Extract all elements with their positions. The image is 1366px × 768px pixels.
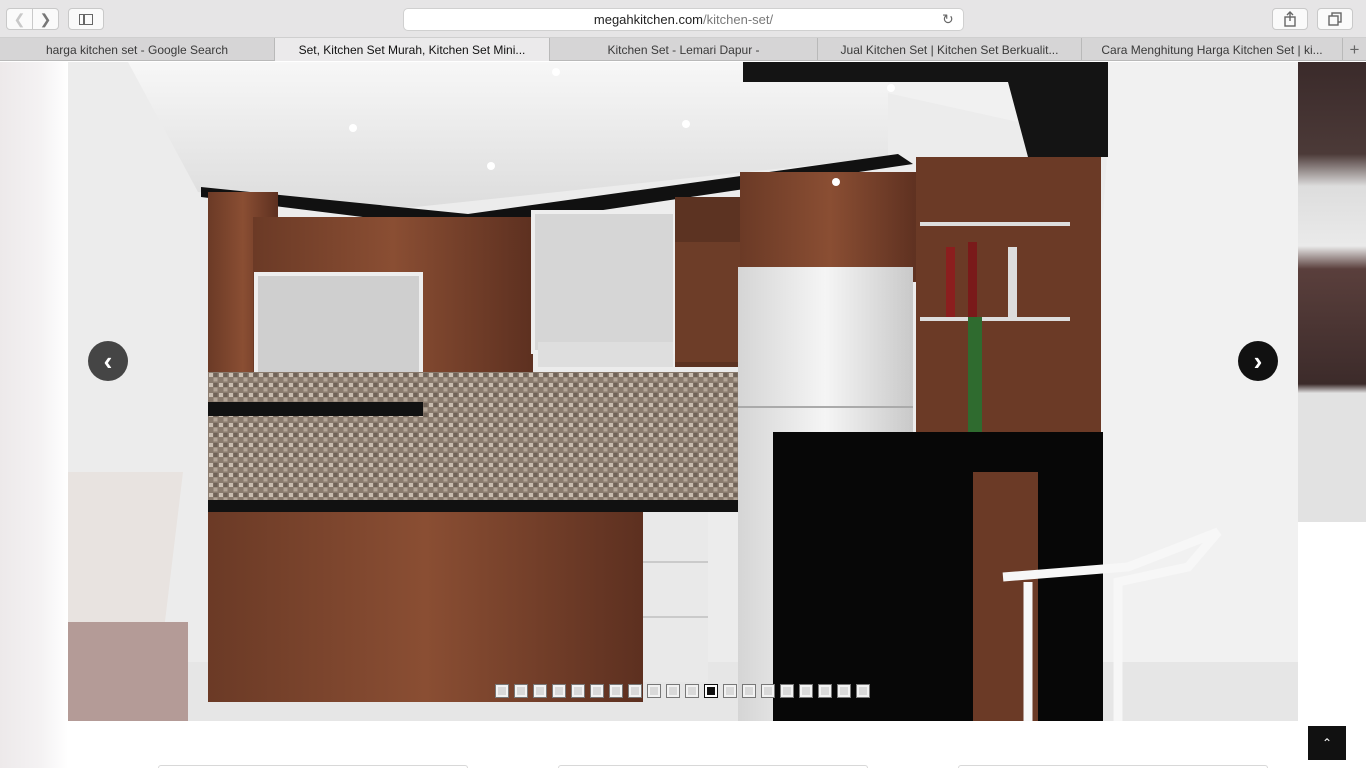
tab-lemari-dapur[interactable]: Kitchen Set - Lemari Dapur - — [550, 38, 818, 61]
tabs-overview-icon — [1328, 12, 1342, 26]
slide-dot[interactable] — [723, 684, 737, 698]
chevron-left-icon: ‹ — [103, 346, 113, 376]
share-icon — [1284, 11, 1296, 27]
previous-slide-button[interactable]: ‹ — [88, 341, 128, 381]
slide-dot[interactable] — [742, 684, 756, 698]
slide-dot[interactable] — [552, 684, 566, 698]
tabs-overview-button[interactable] — [1317, 8, 1353, 30]
web-page: ‹ › ⌃ — [0, 62, 1366, 768]
tab-jual-kitchen-set[interactable]: Jual Kitchen Set | Kitchen Set Berkualit… — [818, 38, 1082, 61]
slide-image — [68, 62, 1298, 721]
slide-dot[interactable] — [495, 684, 509, 698]
background-left — [0, 62, 68, 768]
chevron-right-icon: ❯ — [39, 10, 52, 27]
sidebar-button[interactable] — [68, 8, 104, 30]
tab-kitchen-set-murah[interactable]: Set, Kitchen Set Murah, Kitchen Set Mini… — [275, 38, 550, 61]
background-right — [1298, 62, 1366, 522]
content-area — [68, 721, 1298, 768]
chevron-right-icon: › — [1253, 346, 1263, 376]
slide-dot[interactable] — [647, 684, 661, 698]
address-bar[interactable]: megahkitchen.com/kitchen-set/ ↻ — [403, 8, 964, 31]
share-button[interactable] — [1272, 8, 1308, 30]
slide-dot[interactable] — [685, 684, 699, 698]
back-button[interactable]: ❮ — [6, 8, 33, 30]
new-tab-button[interactable]: + — [1343, 38, 1366, 61]
back-to-top-button[interactable]: ⌃ — [1308, 726, 1346, 760]
image-slider[interactable] — [68, 62, 1298, 721]
slide-pagination — [495, 684, 870, 698]
plus-icon: + — [1349, 39, 1360, 59]
slide-dot[interactable] — [780, 684, 794, 698]
next-slide-button[interactable]: › — [1238, 341, 1278, 381]
slide-dot[interactable] — [856, 684, 870, 698]
sidebar-icon — [79, 13, 93, 25]
slide-dot[interactable] — [533, 684, 547, 698]
slide-dot[interactable] — [571, 684, 585, 698]
chevron-left-icon: ❮ — [13, 10, 26, 27]
slide-dot[interactable] — [761, 684, 775, 698]
browser-toolbar: ❮ ❯ megahkitchen.com/kitchen-set/ ↻ — [0, 0, 1366, 38]
slide-dot[interactable] — [514, 684, 528, 698]
slide-dot[interactable] — [799, 684, 813, 698]
slide-dot[interactable] — [590, 684, 604, 698]
slide-dot[interactable] — [837, 684, 851, 698]
tab-cara-menghitung[interactable]: Cara Menghitung Harga Kitchen Set | ki..… — [1082, 38, 1343, 61]
url-path: /kitchen-set/ — [703, 12, 774, 27]
slide-dot[interactable] — [609, 684, 623, 698]
slide-dot[interactable] — [628, 684, 642, 698]
chevron-up-icon: ⌃ — [1321, 736, 1333, 750]
slide-dot[interactable] — [666, 684, 680, 698]
forward-button[interactable]: ❯ — [32, 8, 59, 30]
slide-dot[interactable] — [818, 684, 832, 698]
tab-strip: harga kitchen set - Google Search Set, K… — [0, 38, 1366, 61]
tab-google-search[interactable]: harga kitchen set - Google Search — [0, 38, 275, 61]
url-domain: megahkitchen.com — [593, 12, 704, 27]
reload-icon[interactable]: ↻ — [942, 12, 957, 27]
slide-dot-active[interactable] — [704, 684, 718, 698]
